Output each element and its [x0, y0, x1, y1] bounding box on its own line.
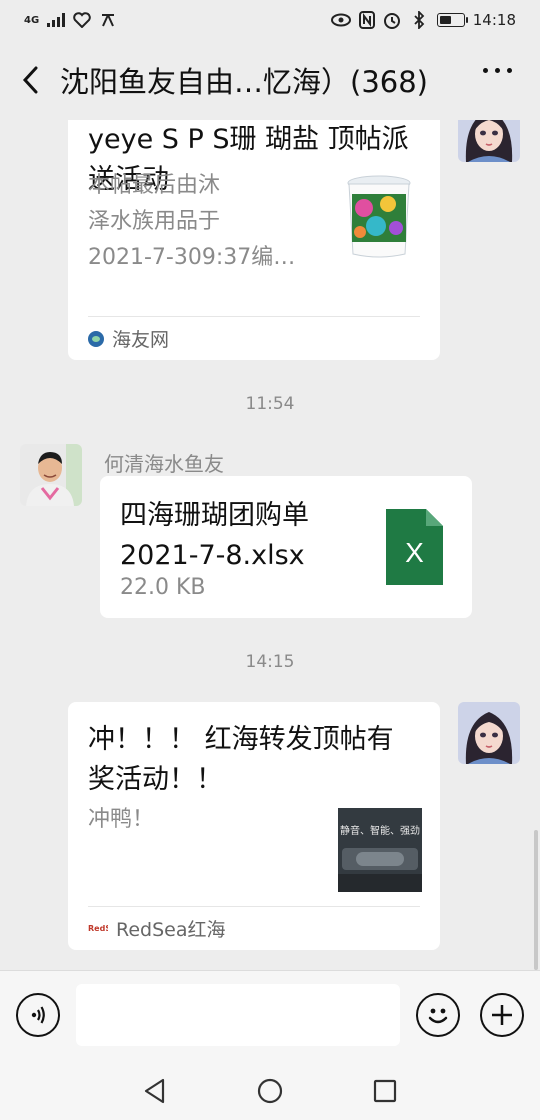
file-name: 四海珊瑚团购单 2021-7-8.xlsx [120, 500, 309, 571]
chat-header: 沈阳鱼友自由…忆海）(368) [0, 40, 540, 120]
link-card-message[interactable]: 冲！！！ 红海转发顶帖有 奖活动！！ 冲鸭！ 静音、智能、强劲 RedSea R… [68, 702, 440, 950]
emoji-icon [428, 1008, 448, 1024]
link-card-title: 冲！！！ 红海转发顶帖有 奖活动！！ [88, 724, 394, 795]
bluetooth-vibrate-icon [409, 11, 429, 29]
scrollbar[interactable] [534, 830, 538, 970]
circle-home-icon [257, 1078, 283, 1104]
link-card-thumbnail [346, 174, 412, 258]
square-recents-icon [373, 1079, 397, 1103]
more-options-button[interactable] [483, 68, 512, 73]
message-input[interactable] [76, 984, 400, 1046]
my-avatar[interactable] [458, 120, 520, 162]
redsea-logo: RedSea [88, 924, 108, 933]
nav-home-button[interactable] [255, 1076, 285, 1106]
network-type: 4G [24, 14, 40, 26]
alarm-icon [383, 11, 401, 29]
message-input-bar [0, 970, 540, 1060]
timestamp: 14:15 [245, 652, 295, 672]
haiyou-logo-icon [88, 330, 104, 347]
voice-input-button[interactable] [16, 993, 60, 1037]
nav-recents-button[interactable] [370, 1076, 400, 1106]
status-right: 14:18 [330, 11, 516, 29]
more-icon [483, 68, 488, 73]
sender-name: 何清海水鱼友 [104, 452, 224, 476]
more-functions-button[interactable] [480, 993, 524, 1037]
sender-avatar[interactable] [20, 444, 82, 506]
emoji-button[interactable] [416, 993, 460, 1037]
eye-comfort-icon [330, 13, 351, 27]
notification-icon [99, 11, 117, 29]
system-navigation-bar [0, 1060, 540, 1120]
link-card-source: 海友网 [88, 316, 420, 360]
my-avatar[interactable] [458, 702, 520, 764]
timestamp: 11:54 [245, 394, 295, 414]
file-card-message[interactable]: 四海珊瑚团购单 2021-7-8.xlsx 22.0 KB X [100, 476, 472, 618]
link-card-description: 冲鸭！ [88, 807, 155, 832]
heart-health-icon [73, 12, 91, 28]
chevron-left-icon [22, 66, 38, 94]
triangle-back-icon [144, 1078, 165, 1104]
link-card-source: RedSea RedSea红海 [88, 906, 420, 950]
battery-icon [436, 13, 468, 27]
chat-messages[interactable]: yeye S P S珊 瑚盐 顶帖派送活动 本帖最后由沐 泽水族用品于 2021… [0, 120, 540, 970]
nav-back-button[interactable] [140, 1076, 170, 1106]
signal-icon [47, 13, 66, 27]
plus-icon [492, 1005, 512, 1025]
file-size: 22.0 KB [120, 575, 206, 600]
status-bar: 4G 14:18 [0, 0, 540, 40]
status-left: 4G [24, 11, 117, 29]
nfc-icon [358, 11, 375, 29]
link-card-thumbnail: 静音、智能、强劲 [338, 808, 422, 892]
excel-file-icon: X [386, 509, 443, 585]
clock: 14:18 [472, 11, 516, 29]
back-button[interactable] [0, 40, 60, 120]
link-card-description: 本帖最后由沐 泽水族用品于 2021-7-309:37编… [88, 173, 296, 270]
voice-icon [31, 1006, 45, 1024]
link-card-message[interactable]: yeye S P S珊 瑚盐 顶帖派送活动 本帖最后由沐 泽水族用品于 2021… [68, 120, 440, 360]
chat-title: 沈阳鱼友自由…忆海）(368) [60, 65, 428, 99]
